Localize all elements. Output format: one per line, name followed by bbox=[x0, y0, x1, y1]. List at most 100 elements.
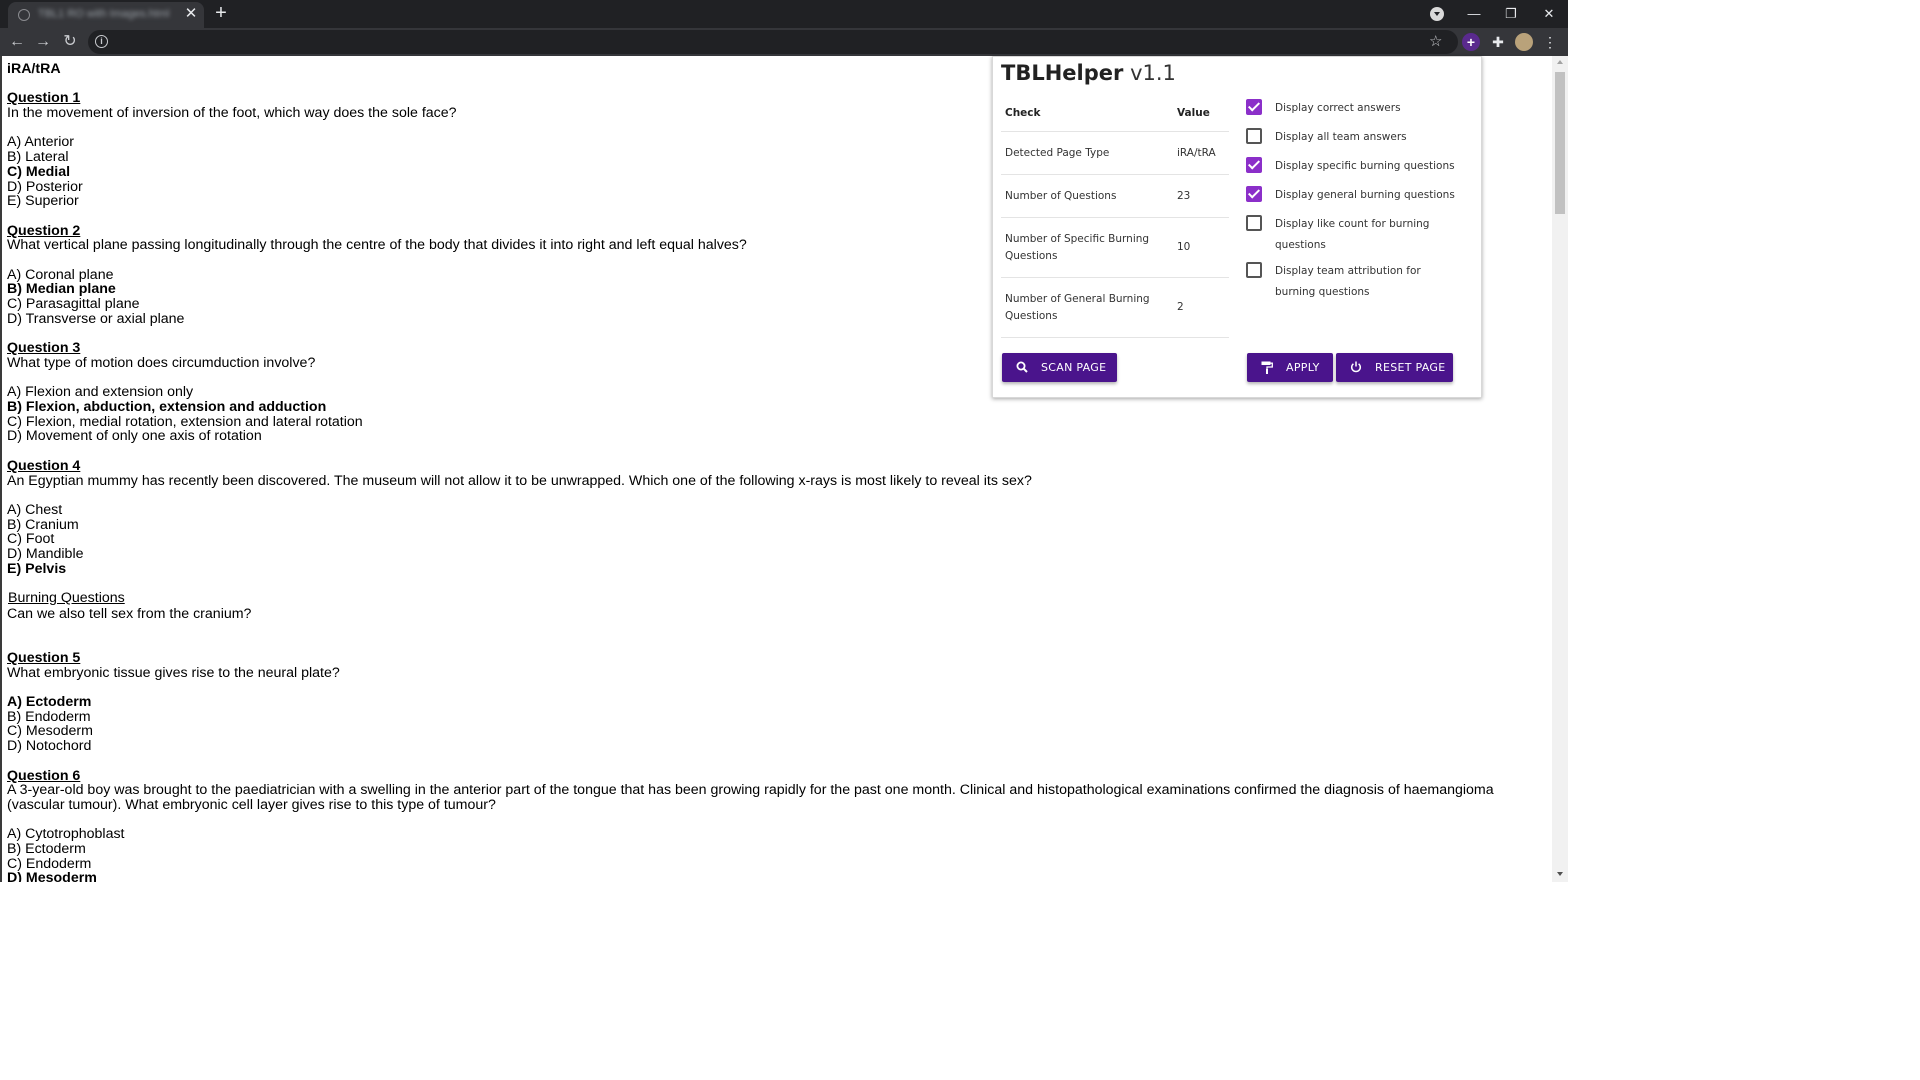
profile-avatar[interactable] bbox=[1515, 33, 1533, 51]
scroll-down-arrow-icon[interactable] bbox=[1557, 872, 1563, 876]
tab-close-icon[interactable]: ✕ bbox=[182, 5, 200, 23]
correct-answer-option: B) Flexion, abduction, extension and add… bbox=[7, 399, 327, 416]
table-header-row: Check Value bbox=[1001, 95, 1229, 132]
value-cell: 23 bbox=[1173, 174, 1229, 218]
option-label: Display correct answers bbox=[1275, 102, 1401, 114]
tab-title: TBL1 RO with Images.html bbox=[38, 8, 170, 20]
restore-button[interactable]: ❐ bbox=[1498, 4, 1524, 24]
address-bar[interactable]: i ☆ bbox=[88, 30, 1458, 54]
checkbox-unchecked[interactable] bbox=[1246, 128, 1262, 144]
new-tab-button[interactable]: + bbox=[211, 3, 231, 24]
checkbox-unchecked[interactable] bbox=[1246, 215, 1262, 231]
power-icon bbox=[1349, 353, 1363, 384]
page-check-table: Check Value Detected Page Type iRA/tRA N… bbox=[1001, 95, 1229, 338]
option-display-correct-answers[interactable]: Display correct answers bbox=[1246, 98, 1462, 119]
info-icon[interactable]: i bbox=[95, 35, 108, 48]
option-label: Display like count for burning questions bbox=[1275, 218, 1430, 251]
checkbox-checked[interactable] bbox=[1246, 99, 1262, 115]
answer-option: C) Endoderm bbox=[7, 855, 92, 872]
tab-search-icon[interactable] bbox=[1430, 7, 1444, 21]
question-text: What embryonic tissue gives rise to the … bbox=[7, 664, 340, 681]
extensions-puzzle-icon[interactable]: ✚ bbox=[1489, 32, 1507, 50]
tblhelper-extension-icon[interactable]: + bbox=[1462, 33, 1480, 51]
question-text: An Egyptian mummy has recently been disc… bbox=[7, 472, 1032, 489]
scroll-thumb[interactable] bbox=[1555, 72, 1565, 214]
answer-option: B) Endoderm bbox=[7, 708, 91, 725]
value-cell: 2 bbox=[1173, 277, 1229, 338]
checkbox-checked[interactable] bbox=[1246, 157, 1262, 173]
table-row: Number of General Burning Questions 2 bbox=[1001, 277, 1229, 338]
search-icon bbox=[1015, 353, 1029, 384]
table-row: Number of Questions 23 bbox=[1001, 174, 1229, 218]
option-display-specific-burning-questions[interactable]: Display specific burning questions bbox=[1246, 156, 1462, 177]
burning-questions-heading: Burning Questions bbox=[8, 590, 125, 607]
check-cell: Detected Page Type bbox=[1001, 131, 1173, 175]
reload-button[interactable]: ↻ bbox=[59, 31, 81, 53]
reset-page-label: RESET PAGE bbox=[1375, 361, 1446, 374]
check-cell: Number of Specific Burning Questions bbox=[1001, 217, 1173, 278]
correct-answer-option: A) Ectoderm bbox=[7, 694, 92, 711]
back-button[interactable]: ← bbox=[6, 31, 28, 53]
browser-tab[interactable]: TBL1 RO with Images.html ✕ bbox=[8, 2, 204, 28]
popup-version: v1.1 bbox=[1130, 61, 1176, 85]
question-text: A 3-year-old boy was brought to the paed… bbox=[7, 782, 1494, 813]
answer-option: C) Flexion, medial rotation, extension a… bbox=[7, 413, 363, 430]
option-display-all-team-answers[interactable]: Display all team answers bbox=[1246, 127, 1462, 148]
answer-option: D) Notochord bbox=[7, 738, 92, 755]
answer-option: D) Mandible bbox=[7, 546, 84, 563]
check-cell: Number of General Burning Questions bbox=[1001, 277, 1173, 338]
window-close-button[interactable]: ✕ bbox=[1536, 4, 1562, 24]
column-header-value: Value bbox=[1173, 95, 1229, 132]
value-cell: iRA/tRA bbox=[1173, 131, 1229, 175]
answer-option: B) Ectoderm bbox=[7, 841, 86, 858]
correct-answer-option: D) Mesoderm bbox=[7, 870, 97, 882]
browser-toolbar: ← → ↻ i ☆ + ✚ ⋮ bbox=[0, 28, 1568, 56]
tblhelper-popup: TBLHelper v1.1 Check Value Detected Page… bbox=[992, 56, 1482, 398]
option-display-like-count[interactable]: Display like count for burning questions bbox=[1246, 214, 1462, 255]
value-cell: 10 bbox=[1173, 217, 1229, 278]
reset-page-button[interactable]: RESET PAGE bbox=[1336, 353, 1453, 382]
bookmark-star-icon[interactable]: ☆ bbox=[1429, 31, 1442, 53]
apply-button[interactable]: APPLY bbox=[1247, 353, 1333, 382]
option-label: Display specific burning questions bbox=[1275, 160, 1455, 172]
answer-option: A) Cytotrophoblast bbox=[7, 826, 125, 843]
correct-answer-option: E) Pelvis bbox=[7, 560, 67, 577]
option-display-team-attribution[interactable]: Display team attribution for burning que… bbox=[1246, 261, 1462, 302]
scroll-up-arrow-icon[interactable] bbox=[1557, 60, 1563, 64]
check-cell: Number of Questions bbox=[1001, 174, 1173, 218]
table-row: Detected Page Type iRA/tRA bbox=[1001, 131, 1229, 175]
question-title: Question 6 bbox=[7, 767, 81, 784]
checkbox-checked[interactable] bbox=[1246, 186, 1262, 202]
paint-roller-icon bbox=[1260, 353, 1274, 385]
scan-page-button[interactable]: SCAN PAGE bbox=[1002, 353, 1117, 382]
answer-option: D) Movement of only one axis of rotation bbox=[7, 428, 262, 445]
tab-strip: TBL1 RO with Images.html ✕ + — ❐ ✕ bbox=[0, 0, 1568, 28]
answer-option: C) Foot bbox=[7, 531, 55, 548]
burning-question-text: Can we also tell sex from the cranium? bbox=[7, 605, 252, 622]
popup-title: TBLHelper v1.1 bbox=[1001, 61, 1176, 85]
column-header-check: Check bbox=[1001, 95, 1173, 132]
answer-option: B) Cranium bbox=[7, 516, 79, 533]
forward-button[interactable]: → bbox=[32, 31, 54, 53]
globe-icon bbox=[18, 9, 30, 21]
checkbox-unchecked[interactable] bbox=[1246, 262, 1262, 278]
popup-app-name: TBLHelper bbox=[1001, 61, 1124, 85]
option-label: Display general burning questions bbox=[1275, 189, 1455, 201]
answer-option: A) Chest bbox=[7, 501, 63, 518]
answer-option: C) Mesoderm bbox=[7, 723, 93, 740]
minimize-button[interactable]: — bbox=[1461, 4, 1487, 24]
question-title: Question 5 bbox=[7, 649, 81, 666]
option-display-general-burning-questions[interactable]: Display general burning questions bbox=[1246, 185, 1462, 206]
vertical-scrollbar[interactable] bbox=[1552, 56, 1568, 882]
scan-page-label: SCAN PAGE bbox=[1041, 361, 1107, 374]
apply-label: APPLY bbox=[1286, 361, 1320, 374]
browser-menu-icon[interactable]: ⋮ bbox=[1543, 32, 1557, 52]
